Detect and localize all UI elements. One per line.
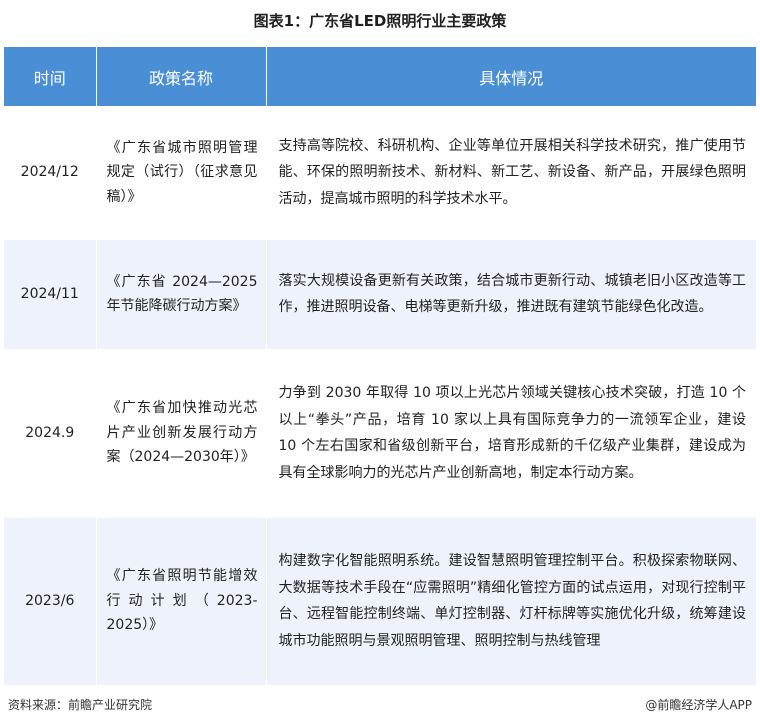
row-time: 2023/6 [4,516,97,686]
policy-table: 时间 政策名称 具体情况 2024/12 《广东省城市照明管理规定（试行）（征求… [4,47,756,686]
table-row: 2024.9 《广东省加快推动光芯片产业创新发展行动方案（2024—2030年）… [4,348,756,518]
header-details: 具体情况 [266,47,756,106]
header-policy-name: 政策名称 [96,47,267,106]
row-time: 2024.9 [4,348,97,518]
row-policy-name: 《广东省照明节能增效行动计划（2023-2025）》 [96,516,267,686]
figure-title: 图表1：广东省LED照明行业主要政策 [253,12,507,30]
row-time: 2024/11 [4,238,97,350]
row-details: 落实大规模设备更新有关政策，结合城市更新行动、城镇老旧小区改造等工作，推进照明设… [266,238,756,350]
row-details: 支持高等院校、科研机构、企业等单位开展相关科学技术研究，推广使用节能、环保的照明… [266,106,756,240]
brand-credit: @前瞻经济学人APP [645,698,752,712]
table-header-row: 时间 政策名称 具体情况 [4,47,756,106]
row-policy-name: 《广东省加快推动光芯片产业创新发展行动方案（2024—2030年）》 [96,348,267,518]
row-details: 力争到 2030 年取得 10 项以上光芯片领域关键核心技术突破，打造 10 个… [266,348,756,518]
row-policy-name: 《广东省 2024—2025 年节能降碳行动方案》 [96,238,267,350]
header-time: 时间 [4,47,97,106]
row-details: 构建数字化智能照明系统。建设智慧照明管理控制平台。积极探索物联网、大数据等技术手… [266,516,756,686]
row-time: 2024/12 [4,106,97,240]
table-row: 2024/12 《广东省城市照明管理规定（试行）（征求意见稿）》 支持高等院校、… [4,106,756,240]
table-row: 2024/11 《广东省 2024—2025 年节能降碳行动方案》 落实大规模设… [4,238,756,350]
row-policy-name: 《广东省城市照明管理规定（试行）（征求意见稿）》 [96,106,267,240]
table-row: 2023/6 《广东省照明节能增效行动计划（2023-2025）》 构建数字化智… [4,516,756,686]
source-note: 资料来源：前瞻产业研究院 [8,698,153,712]
